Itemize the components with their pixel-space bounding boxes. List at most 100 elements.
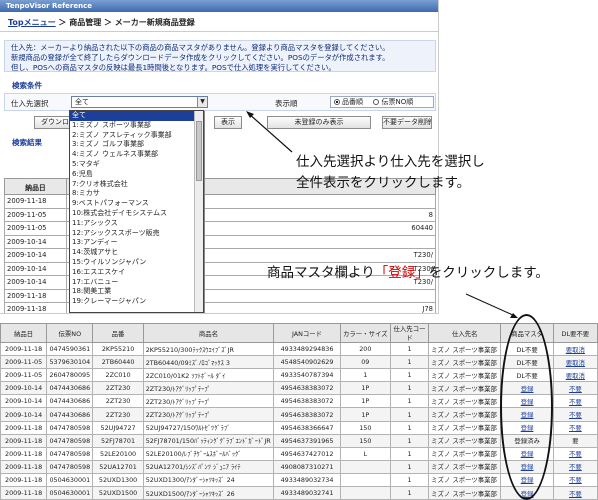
dropdown-option[interactable]: 19:クレーマージャパン — [70, 297, 203, 307]
dropdown-option[interactable]: 18:関美工業 — [70, 287, 203, 297]
column-header: 商品名 — [142, 323, 275, 343]
cell-delivery-date: 2009-10-14 — [4, 261, 67, 276]
table-cell: 52LE20100 — [92, 446, 144, 461]
dropdown-option[interactable]: 13:アンディー — [70, 238, 203, 248]
annotation-text: 商品マスタ欄より — [267, 265, 375, 281]
table-cell: 1 — [389, 381, 430, 396]
not-needed-link[interactable]: 不要 — [569, 398, 582, 406]
table-cell: 2009-10-14 — [0, 381, 48, 396]
delete-unneeded-button[interactable]: 不要データ削除 — [382, 116, 432, 129]
dropdown-option[interactable]: 3:ミズノ ゴルフ事業部 — [70, 140, 203, 150]
table-cell: 0504630001 — [46, 486, 94, 500]
table-cell: 要 — [552, 433, 598, 448]
dropdown-option[interactable]: 6:児島 — [70, 170, 203, 180]
table-cell: 4954638383072 — [273, 381, 341, 396]
dropdown-scrollbar[interactable] — [194, 111, 203, 312]
table-cell: 4954638366647 — [273, 420, 341, 435]
not-needed-link[interactable]: 不要 — [569, 385, 582, 393]
dropdown-option[interactable]: 2:ミズノ アスレティック事業部 — [70, 131, 203, 141]
not-needed-link[interactable]: 不要 — [569, 476, 582, 484]
table-cell: L — [339, 446, 391, 461]
annotation-click-register: 商品マスタ欄より「登録」をクリックします。 — [267, 261, 549, 281]
column-header: 伝票NO — [46, 323, 94, 343]
table-cell: 2ZC010/01K2 ｿﾌﾄﾎﾞｰﾙ ﾀﾞｲ — [142, 368, 275, 383]
table-cell: 0474430686 — [46, 394, 94, 409]
breadcrumb-top-link[interactable]: Topメニュー — [8, 18, 56, 27]
breadcrumb: Topメニュー ＞ 商品管理 ＞ メーカー新規商品登録 — [0, 12, 438, 32]
table-cell: 1 — [389, 472, 430, 488]
cancel-required-link[interactable]: 要取消 — [566, 372, 585, 380]
cell-dl-required: 不要 — [552, 394, 598, 409]
table-cell: 0504630001 — [46, 472, 94, 488]
dropdown-option[interactable]: 15:ウイルソンジャパン — [70, 258, 203, 268]
dropdown-option[interactable]: 17:エバニュー — [70, 278, 203, 288]
radio-label-slip-number: 伝票NO順 — [381, 98, 414, 106]
cell-dl-required: 不要 — [552, 472, 598, 488]
dropdown-option[interactable]: 12:アシックススポーツ販売 — [70, 229, 203, 239]
table-cell: 1 — [389, 355, 430, 370]
table-cell: ミズノ スポーツ事業部 — [428, 486, 502, 500]
dropdown-option[interactable]: 7:クリオ株式会社 — [70, 180, 203, 190]
supplier-select[interactable]: 全て ▼ — [71, 96, 208, 108]
supplier-dropdown-list[interactable]: 全て 1:ミズノ スポーツ事業部 2:ミズノ アスレティック事業部 3:ミズノ ゴルフ… — [69, 110, 204, 313]
table-cell: 4933489294836 — [273, 341, 341, 357]
cancel-required-link[interactable]: 要取消 — [566, 346, 585, 354]
cell-dl-required: 要取消 — [552, 341, 598, 357]
dropdown-option[interactable]: 5:マタギ — [70, 160, 203, 170]
dropdown-option[interactable]: 8:ミカサ — [70, 189, 203, 199]
cancel-required-link[interactable]: 要取消 — [566, 359, 585, 367]
dropdown-option[interactable]: 16:エスエスケイ — [70, 268, 203, 278]
chevron-down-icon[interactable]: ▼ — [197, 97, 207, 107]
radio-sort-item-number[interactable] — [334, 99, 340, 105]
not-needed-link[interactable]: 不要 — [569, 490, 582, 498]
table-cell: 52FJ78701/150ﾊﾞｯﾃｨﾝｸﾞｸﾞﾗﾌﾞｴﾝﾄﾞｶﾞｰﾄﾞJR — [142, 433, 275, 448]
table-cell: 52FJ78701 — [92, 433, 144, 448]
table-cell: ミズノ スポーツ事業部 — [428, 394, 502, 409]
show-all-button[interactable]: 表示 — [214, 116, 242, 129]
dropdown-option[interactable]: 10:株式会社デイモシステムス — [70, 209, 203, 219]
table-cell: ミズノ スポーツ事業部 — [428, 420, 502, 435]
table-cell: 2604780095 — [46, 368, 94, 383]
dropdown-option[interactable]: 1:ミズノ スポーツ事業部 — [70, 121, 203, 131]
annotation-line: 仕入先選択より仕入先を選択し — [296, 154, 485, 170]
table-cell — [339, 486, 391, 500]
table-cell: 200 — [339, 341, 391, 357]
table-cell: 52UA12701/ｼﾝｽﾞﾊﾟﾝﾂ ｼﾞｭﾆｱ ﾗｲﾃ — [142, 459, 275, 474]
unregistered-only-button[interactable]: 未登録のみ表示 — [267, 116, 371, 129]
breadcrumb-path: ＞ 商品管理 ＞ メーカー新規商品登録 — [55, 18, 195, 27]
table-cell: 2ZT230 — [92, 394, 144, 409]
cell-delivery-date: 2009-11-18 — [4, 288, 67, 303]
column-header: 品番 — [92, 323, 144, 343]
column-header: DL要不要 — [552, 323, 598, 343]
table-cell: 1P — [339, 407, 391, 422]
table-cell: 2009-11-18 — [0, 341, 48, 357]
table-cell: 4933489032734 — [273, 472, 341, 488]
table-cell: 4954638383072 — [273, 407, 341, 422]
table-cell: 1P — [339, 381, 391, 396]
dropdown-option[interactable]: 4:ミズノ ウェルネス事業部 — [70, 150, 203, 160]
not-needed-link[interactable]: 不要 — [569, 411, 582, 419]
not-needed-link[interactable]: 不要 — [569, 424, 582, 432]
table-cell: 4933540787394 — [273, 368, 341, 383]
scrollbar-thumb[interactable] — [196, 121, 202, 181]
dropdown-option[interactable]: 14:茨城アサヒ — [70, 248, 203, 258]
not-needed-link[interactable]: 不要 — [569, 463, 582, 471]
annotation-text: をクリックします。 — [428, 265, 549, 281]
dropdown-option[interactable]: 9:ベストパフォーマンス — [70, 199, 203, 209]
table-cell: 2009-11-18 — [0, 472, 48, 488]
not-needed-link[interactable]: 不要 — [569, 450, 582, 458]
radio-sort-slip-number[interactable] — [373, 99, 380, 105]
table-cell: 0474780598 — [46, 420, 94, 435]
column-header: 仕入先名 — [428, 323, 502, 343]
cell-delivery-date: 2009-10-14 — [4, 234, 67, 249]
dropdown-option[interactable]: 全て — [70, 111, 203, 121]
table-cell: 4954637427012 — [273, 446, 341, 461]
cell-dl-required: 不要 — [552, 407, 598, 422]
notice-line: 但し、POSへの商品マスタの反映は最長1時間後となります。POSで仕入処理を実行… — [11, 63, 336, 72]
dropdown-option[interactable]: 11:アシックス — [70, 219, 203, 229]
annotation-line: 全件表示をクリックします。 — [296, 175, 471, 191]
column-header: 納品日 — [0, 323, 48, 343]
table-cell: 1P — [339, 394, 391, 409]
table-cell: ミズノ スポーツ事業部 — [428, 459, 502, 474]
cell-dl-required: 不要 — [552, 420, 598, 435]
